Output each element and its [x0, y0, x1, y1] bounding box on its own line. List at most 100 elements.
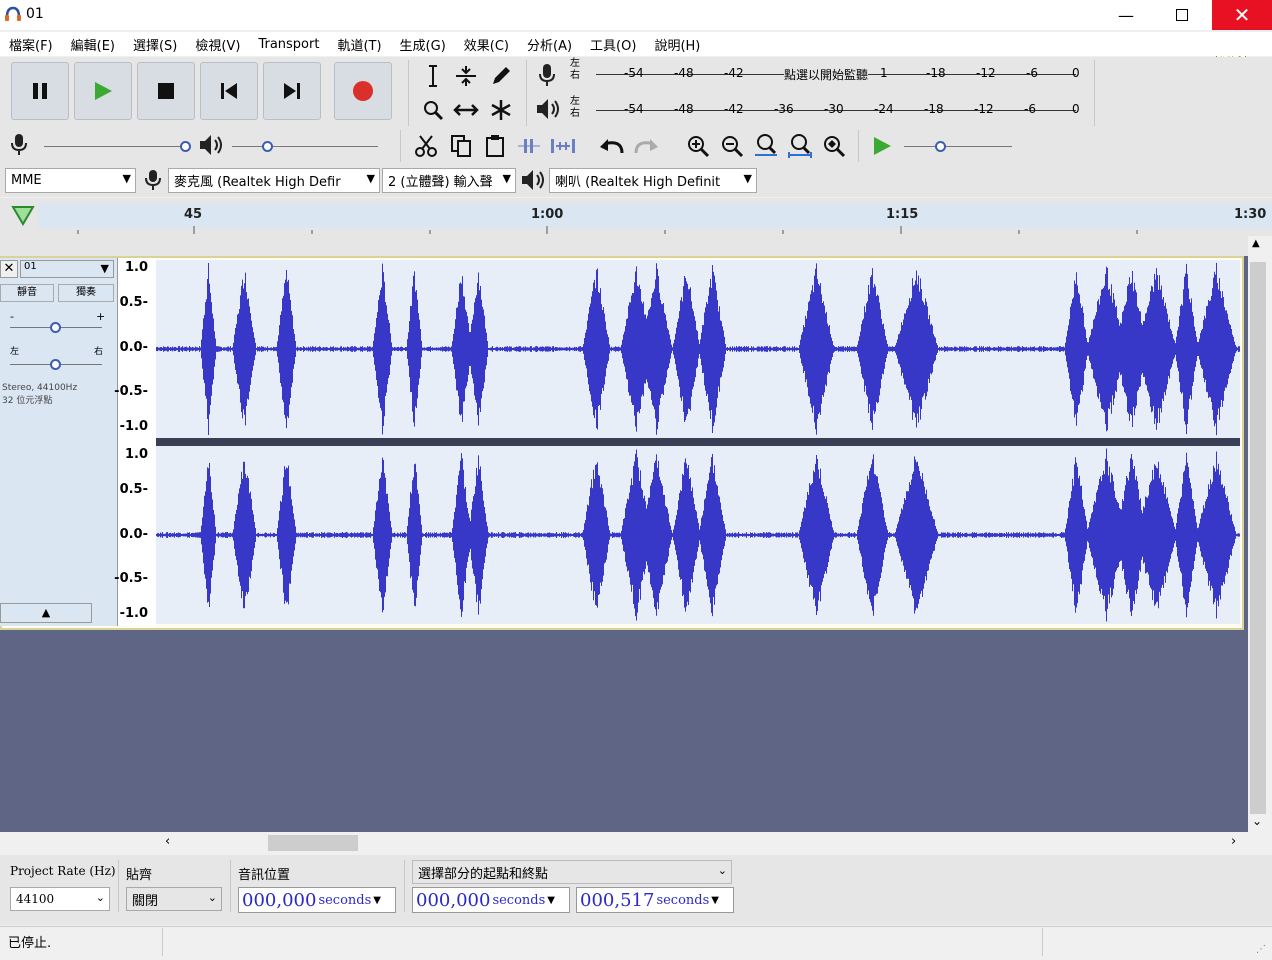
- microphone-icon: [145, 170, 161, 190]
- solo-button[interactable]: 獨奏: [58, 284, 114, 302]
- menu-select[interactable]: 選擇(S): [124, 35, 186, 54]
- playback-device-select[interactable]: 喇叭 (Realtek High Definit ▼: [549, 168, 757, 193]
- recording-channels-select[interactable]: 2 (立體聲) 輸入聲 ▼: [382, 168, 516, 193]
- playback-level-meter[interactable]: -54 -48 -42 -36 -30 -24 -18 -12 -6 0: [588, 94, 1088, 126]
- amplitude-scale: 1.0 0.5- 0.0- -0.5- -1.0 1.0 0.5- 0.0- -…: [114, 258, 156, 626]
- slider-knob[interactable]: [262, 141, 273, 152]
- slider-knob[interactable]: [50, 322, 61, 333]
- selection-mode-select[interactable]: 選擇部分的起點和終點 ⌄: [412, 860, 732, 884]
- fit-project-button[interactable]: [784, 130, 816, 162]
- draw-tool[interactable]: [485, 60, 517, 92]
- timeline-ruler[interactable]: [38, 204, 1272, 228]
- waveform-right-channel[interactable]: [156, 446, 1240, 624]
- chevron-down-icon[interactable]: ▼: [373, 895, 381, 906]
- playback-device-icon: [519, 168, 547, 194]
- minimize-button[interactable]: —: [1098, 0, 1154, 30]
- chevron-down-icon[interactable]: ▼: [711, 895, 719, 906]
- menu-tracks[interactable]: 軌道(T): [328, 35, 390, 54]
- menu-generate[interactable]: 生成(G): [391, 35, 455, 54]
- zoom-out-button[interactable]: [716, 130, 748, 162]
- timeline-label: 1:00: [531, 207, 564, 222]
- menu-effect[interactable]: 效果(C): [455, 35, 518, 54]
- meter-tick: -18: [924, 102, 944, 116]
- horizontal-scroll-thumb[interactable]: [268, 835, 358, 851]
- slider-knob[interactable]: [180, 141, 191, 152]
- meter-monitor-label[interactable]: 點選以開始監聽: [784, 66, 869, 83]
- zoom-out-icon: [722, 136, 744, 158]
- silence-audio-button[interactable]: [547, 130, 579, 162]
- audio-position-value: 000,000: [242, 889, 317, 911]
- scroll-down-icon[interactable]: ⌄: [1252, 814, 1262, 828]
- scale-label: -1.0: [119, 419, 148, 434]
- zoom-in-button[interactable]: [682, 130, 714, 162]
- copy-button[interactable]: [445, 130, 477, 162]
- stop-button[interactable]: [137, 62, 195, 120]
- pin-playhead-button[interactable]: [8, 202, 38, 228]
- selection-end-field[interactable]: 000,517 seconds ▼: [576, 887, 734, 913]
- recording-device-value: 麥克風 (Realtek High Defir: [174, 175, 341, 190]
- play-button[interactable]: [74, 62, 132, 120]
- horizontal-scrollbar[interactable]: [0, 832, 1248, 854]
- menu-transport[interactable]: Transport: [249, 37, 328, 52]
- zoom-selection-icon: [755, 134, 777, 156]
- pause-button[interactable]: [11, 62, 69, 120]
- playback-volume-slider[interactable]: [232, 132, 384, 160]
- cut-button[interactable]: [410, 130, 442, 162]
- resize-grip-icon[interactable]: ⋰: [1256, 944, 1266, 955]
- undo-button[interactable]: [596, 130, 628, 162]
- chevron-down-icon: ⌄: [207, 891, 217, 904]
- playback-meter-button[interactable]: [534, 96, 562, 122]
- project-rate-select[interactable]: 44100 ⌄: [10, 887, 110, 911]
- scroll-left-icon[interactable]: ‹: [165, 834, 170, 849]
- triangle-down-icon: [11, 206, 35, 226]
- menu-edit[interactable]: 編輯(E): [62, 35, 124, 54]
- recording-device-select[interactable]: 麥克風 (Realtek High Defir ▼: [168, 168, 380, 193]
- menu-view[interactable]: 檢視(V): [186, 35, 249, 54]
- record-meter-button[interactable]: [536, 62, 560, 88]
- slider-knob[interactable]: [50, 359, 61, 370]
- skip-to-end-button[interactable]: [263, 62, 321, 120]
- chevron-down-icon[interactable]: ▼: [547, 895, 555, 906]
- chevron-down-icon: ▼: [502, 172, 511, 185]
- play-speed-slider[interactable]: [904, 132, 1016, 160]
- skip-to-start-button[interactable]: [200, 62, 258, 120]
- maximize-button[interactable]: [1154, 0, 1210, 30]
- pan-slider[interactable]: [10, 355, 104, 375]
- play-at-speed-button[interactable]: [866, 130, 898, 162]
- recording-volume-slider[interactable]: [44, 132, 194, 160]
- slider-knob[interactable]: [935, 141, 946, 152]
- zoom-toggle-button[interactable]: [818, 130, 850, 162]
- paste-button[interactable]: [479, 130, 511, 162]
- audio-position-field[interactable]: 000,000 seconds ▼: [238, 887, 396, 913]
- selection-tool[interactable]: [417, 60, 449, 92]
- fit-selection-button[interactable]: [750, 130, 782, 162]
- record-level-meter[interactable]: -54 -48 -42 點選以開始監聽 1 -18 -12 -6 0: [588, 58, 1088, 90]
- close-track-button[interactable]: ✕: [0, 260, 18, 278]
- waveform-left-channel[interactable]: [156, 260, 1240, 438]
- menu-tools[interactable]: 工具(O): [581, 35, 645, 54]
- envelope-tool[interactable]: [450, 60, 482, 92]
- time-shift-tool[interactable]: [450, 94, 482, 126]
- close-button[interactable]: ✕: [1212, 0, 1272, 30]
- snap-label: 貼齊: [126, 868, 153, 883]
- multi-tool[interactable]: [485, 94, 517, 126]
- zoom-tool[interactable]: [417, 94, 449, 126]
- gain-slider[interactable]: [10, 318, 104, 338]
- snap-select[interactable]: 關閉 ⌄: [126, 887, 222, 911]
- scroll-up-icon[interactable]: ▲: [1252, 238, 1260, 249]
- menu-help[interactable]: 說明(H): [645, 35, 709, 54]
- menu-file[interactable]: 檔案(F): [0, 35, 62, 54]
- trim-audio-button[interactable]: [513, 130, 545, 162]
- vertical-scroll-thumb[interactable]: [1250, 262, 1266, 814]
- selection-start-field[interactable]: 000,000 seconds ▼: [412, 887, 570, 913]
- track-name-menu[interactable]: 01 ▼: [20, 260, 114, 278]
- record-button[interactable]: [334, 62, 392, 120]
- mute-button[interactable]: 靜音: [0, 284, 54, 302]
- audio-host-select[interactable]: MME ▼: [5, 168, 136, 193]
- audacity-logo-icon: [4, 5, 22, 23]
- collapse-track-button[interactable]: ▲: [0, 603, 92, 623]
- scroll-right-icon[interactable]: ›: [1231, 834, 1236, 849]
- redo-button[interactable]: [630, 130, 662, 162]
- menu-analyze[interactable]: 分析(A): [518, 35, 581, 54]
- slider-track: [904, 146, 1012, 147]
